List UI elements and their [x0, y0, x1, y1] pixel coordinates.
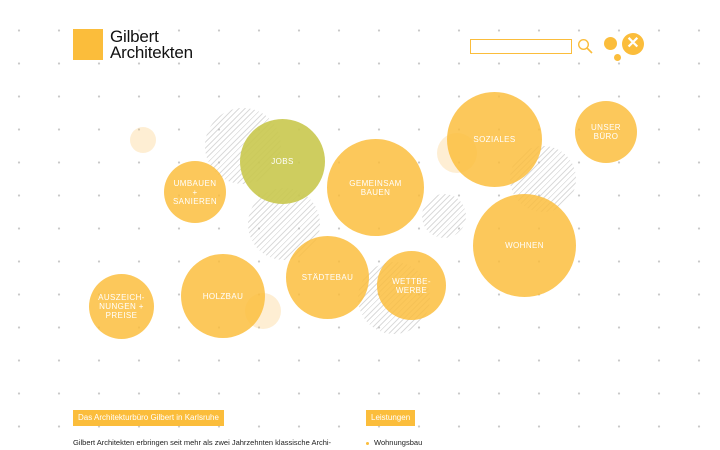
services-item[interactable]: Wohnungsbau: [366, 438, 422, 447]
services-heading: Leistungen: [366, 410, 416, 426]
intro-text: Gilbert Architekten erbringen seit mehr …: [73, 438, 332, 447]
intro-heading: Das Architekturbüro Gilbert in Karlsruhe: [73, 410, 224, 426]
bubble-staedtebau[interactable]: STÄDTEBAU: [286, 236, 369, 319]
search-input[interactable]: [470, 38, 572, 54]
menu-dot-small: [614, 54, 621, 61]
close-icon[interactable]: ✕: [622, 33, 644, 55]
bubble-holzbau[interactable]: HOLZBAU: [181, 254, 265, 338]
menu-toggle[interactable]: ✕: [604, 33, 648, 65]
bubble-umbauen-sanieren[interactable]: UMBAUEN + SANIEREN: [164, 161, 226, 223]
bullet-icon: [366, 441, 369, 445]
bubble-gemeinsam-bauen[interactable]: GEMEINSAM BAUEN: [327, 139, 424, 236]
search-bar: [470, 38, 593, 54]
logo[interactable]: Gilbert Architekten: [73, 28, 193, 62]
bubble-soziales[interactable]: SOZIALES: [447, 92, 542, 187]
logo-text: Gilbert Architekten: [110, 28, 193, 62]
hatched-circle: [422, 194, 466, 238]
logo-line-2: Architekten: [110, 43, 193, 62]
bubble-auszeichnungen-preise[interactable]: AUSZEICH- NUNGEN + PREISE: [89, 274, 154, 339]
bubble-wettbewerbe[interactable]: WETTBE- WERBE: [377, 251, 446, 320]
menu-dot: [604, 37, 617, 50]
services-item-label: Wohnungsbau: [374, 438, 423, 447]
search-icon[interactable]: [577, 38, 593, 54]
bubble-wohnen[interactable]: WOHNEN: [473, 194, 576, 297]
pale-circle: [130, 127, 156, 153]
logo-square: [73, 29, 103, 60]
bubble-jobs[interactable]: JOBS: [240, 119, 325, 204]
bubble-unser-buero[interactable]: UNSER BÜRO: [575, 101, 637, 163]
